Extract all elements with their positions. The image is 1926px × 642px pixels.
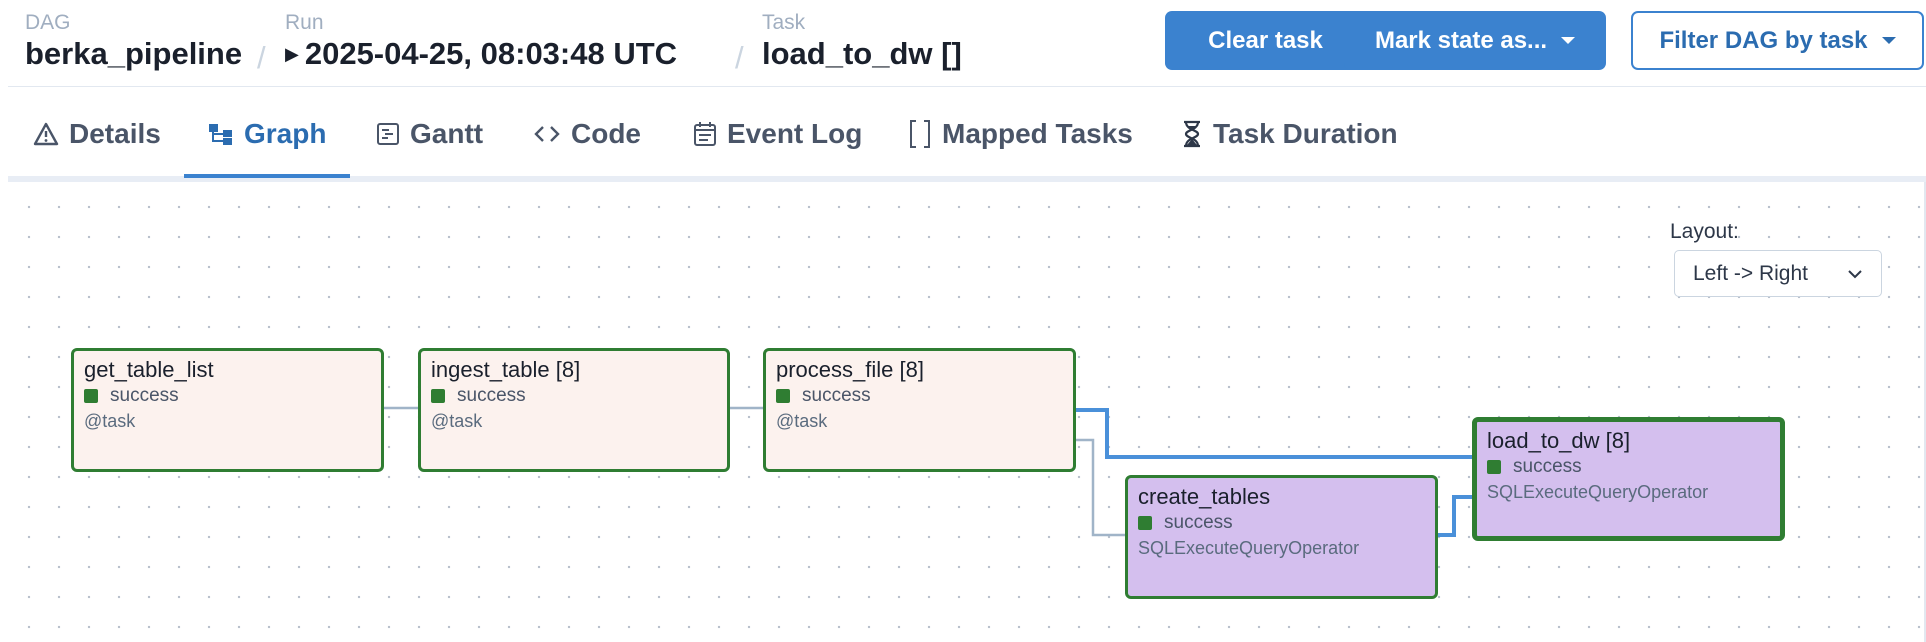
layout-label: Layout:: [1670, 220, 1739, 243]
task-node-name: load_to_dw [8]: [1487, 428, 1631, 453]
task-node-process-file[interactable]: process_file [8] success @task: [763, 348, 1076, 472]
layout-value: Left -> Right: [1693, 261, 1808, 285]
task-node-operator: @task: [431, 411, 483, 431]
task-node-name: get_table_list: [84, 357, 214, 382]
task-node-state-label: success: [1513, 456, 1582, 477]
task-node-load-to-dw[interactable]: load_to_dw [8] success SQLExecuteQueryOp…: [1472, 417, 1785, 541]
task-node-state: success: [776, 385, 1063, 407]
edge-process-file-load-to-dw: [1074, 408, 1472, 459]
task-node-name: ingest_table [8]: [431, 357, 581, 382]
chevron-down-icon: [1847, 264, 1863, 288]
task-node-create-tables[interactable]: create_tables success SQLExecuteQueryOpe…: [1125, 475, 1438, 599]
layout-select[interactable]: Left -> Right: [1674, 250, 1882, 297]
task-node-name: create_tables: [1138, 484, 1271, 509]
task-node-state-label: success: [802, 385, 871, 406]
task-node-operator: @task: [84, 411, 136, 431]
graph-edges: [383, 406, 1472, 537]
edge-create-tables-load-to-dw: [1436, 495, 1472, 537]
success-status-icon: [776, 389, 790, 403]
task-node-ingest-table[interactable]: ingest_table [8] success @task: [418, 348, 730, 472]
task-node-state: success: [1138, 512, 1425, 534]
success-status-icon: [431, 389, 445, 403]
task-node-name: process_file [8]: [776, 357, 924, 382]
success-status-icon: [1138, 516, 1152, 530]
edge-process-file-create-tables: [1074, 438, 1125, 537]
success-status-icon: [84, 389, 98, 403]
task-node-state-label: success: [110, 385, 179, 406]
task-node-state-label: success: [1164, 512, 1233, 533]
task-node-state-label: success: [457, 385, 526, 406]
success-status-icon: [1487, 460, 1501, 474]
task-node-state: success: [1487, 456, 1770, 478]
task-node-operator: @task: [776, 411, 828, 431]
task-node-state: success: [431, 385, 717, 407]
task-node-state: success: [84, 385, 371, 407]
task-node-get-table-list[interactable]: get_table_list success @task: [71, 348, 384, 472]
task-node-operator: SQLExecuteQueryOperator: [1138, 538, 1360, 558]
task-node-operator: SQLExecuteQueryOperator: [1487, 482, 1709, 502]
